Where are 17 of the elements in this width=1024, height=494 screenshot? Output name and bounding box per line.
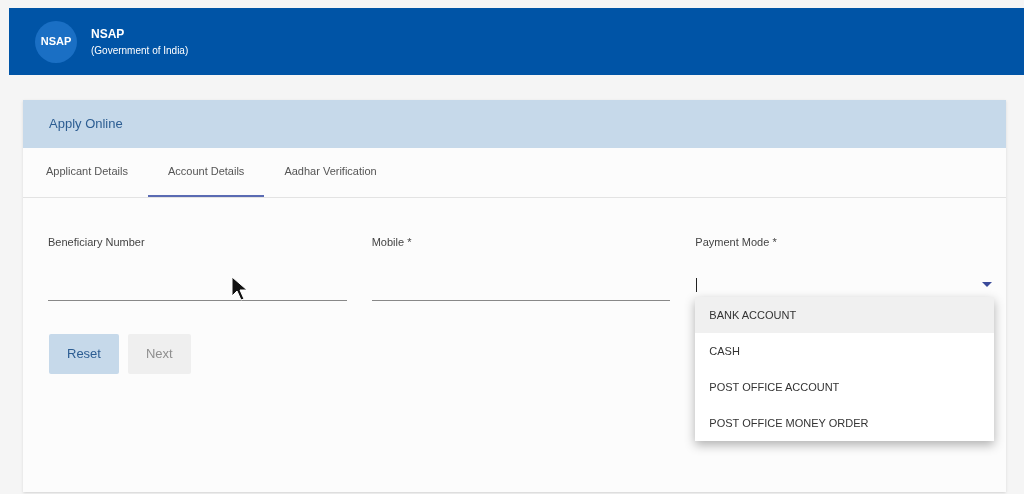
tab[interactable]: Aadhar Verification (264, 148, 397, 197)
form-button[interactable]: Reset (49, 333, 119, 374)
logo-badge: NSAP (35, 20, 77, 63)
card-title: Apply Online (49, 115, 123, 134)
field-label: Payment Mode * (695, 235, 778, 250)
dropdown-arrow-icon (982, 281, 992, 288)
field-label: Beneficiary Number (48, 235, 146, 250)
app-subtitle: (Government of India) (91, 45, 189, 56)
dropdown-option[interactable]: POST OFFICE MONEY ORDER (695, 405, 994, 441)
dropdown-option[interactable]: POST OFFICE ACCOUNT (695, 369, 994, 405)
mouse-pointer-icon (231, 276, 249, 302)
app-title: NSAP (91, 27, 126, 40)
dropdown-option[interactable]: BANK ACCOUNT (695, 297, 994, 333)
field-label: Mobile * (371, 235, 413, 250)
tab[interactable]: Account Details (147, 148, 265, 197)
tab[interactable]: Applicant Details (26, 148, 148, 197)
dropdown-option[interactable]: CASH (695, 333, 994, 369)
